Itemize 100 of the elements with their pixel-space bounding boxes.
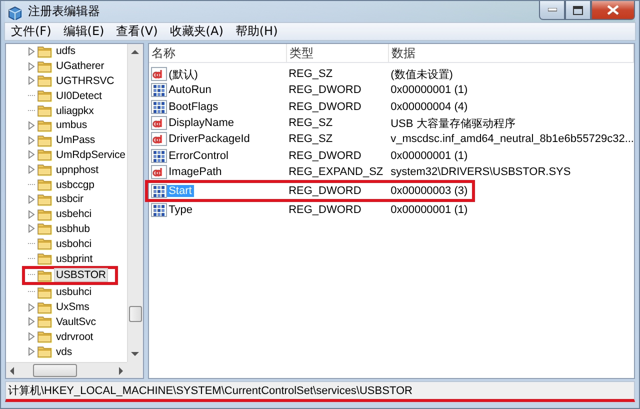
menu-item[interactable]: 编辑(E) xyxy=(57,23,110,40)
value-type: REG_EXPAND_SZ xyxy=(288,166,384,178)
expand-arrow-icon[interactable] xyxy=(28,62,35,71)
expand-arrow-icon[interactable] xyxy=(28,76,35,86)
folder-icon xyxy=(37,89,52,102)
expand-arrow-icon[interactable] xyxy=(28,224,35,234)
folder-icon xyxy=(37,237,52,250)
tree-item[interactable]: udfs xyxy=(54,44,78,58)
tree-item[interactable]: usbccgp xyxy=(54,178,96,192)
column-header[interactable]: 数据 xyxy=(388,44,634,62)
value-data: v_mscdsc.inf_amd64_neutral_8b1e6b55729c32... xyxy=(390,133,634,146)
folder-icon xyxy=(37,44,52,58)
close-button[interactable] xyxy=(591,1,635,20)
tree-item[interactable]: usbehci xyxy=(54,207,94,222)
folder-icon xyxy=(37,74,52,88)
expand-arrow-icon[interactable] xyxy=(28,347,35,356)
value-type: REG_SZ xyxy=(288,133,334,146)
value-data: 0x00000001 (1) xyxy=(390,204,469,216)
value-data: 0x00000003 (3) xyxy=(390,185,469,198)
value-type: REG_DWORD xyxy=(288,185,362,198)
value-name[interactable]: ErrorControl xyxy=(166,150,230,162)
value-type: REG_DWORD xyxy=(288,204,362,216)
folder-icon xyxy=(37,315,52,328)
value-name[interactable]: DisplayName xyxy=(166,117,236,130)
tree-item[interactable]: usbohci xyxy=(54,236,94,251)
expand-arrow-icon[interactable] xyxy=(28,194,35,204)
value-type: REG_SZ xyxy=(288,117,334,130)
scroll-right-icon[interactable] xyxy=(118,366,124,374)
folder-icon xyxy=(37,268,52,282)
tree-item[interactable]: UxSms xyxy=(54,300,92,314)
maximize-icon xyxy=(573,6,583,14)
value-data: 0x00000001 (1) xyxy=(390,84,469,96)
registry-editor-icon xyxy=(7,4,23,20)
tree-item[interactable]: upnphost xyxy=(54,162,100,177)
expand-arrow-icon[interactable] xyxy=(28,120,35,130)
tree-item[interactable]: usbhub xyxy=(54,222,92,236)
column-header[interactable]: 名称 xyxy=(148,44,287,62)
value-name[interactable]: Type xyxy=(166,204,194,216)
folder-icon xyxy=(37,178,52,192)
binary-value-icon xyxy=(150,100,167,114)
window-title: 注册表编辑器 xyxy=(28,3,101,20)
tree-item[interactable]: usbuhci xyxy=(54,285,94,300)
expand-arrow-icon[interactable] xyxy=(28,332,35,342)
value-data: (数值未设置) xyxy=(390,68,454,82)
close-icon xyxy=(607,5,619,15)
binary-value-icon xyxy=(150,203,167,218)
tree-item[interactable]: VaultSvc xyxy=(54,314,98,329)
folder-icon xyxy=(37,163,52,176)
scrollbar-thumb[interactable] xyxy=(128,306,142,322)
folder-icon xyxy=(37,208,52,221)
string-value-icon xyxy=(150,67,167,82)
expand-arrow-icon[interactable] xyxy=(28,136,35,145)
expand-arrow-icon[interactable] xyxy=(28,150,35,160)
scrollbar-thumb[interactable] xyxy=(33,364,77,377)
tree-item[interactable]: UGatherer xyxy=(54,59,106,74)
maximize-button[interactable] xyxy=(565,1,591,20)
expand-arrow-icon[interactable] xyxy=(28,165,35,174)
value-type: REG_SZ xyxy=(288,68,334,80)
expand-arrow-icon[interactable] xyxy=(28,302,35,312)
minimize-button[interactable] xyxy=(539,1,565,20)
value-data: USB 大容量存储驱动程序 xyxy=(390,116,516,131)
string-value-icon xyxy=(150,164,167,179)
column-header[interactable]: 类型 xyxy=(286,44,389,62)
scroll-down-icon[interactable] xyxy=(131,351,140,357)
value-type: REG_DWORD xyxy=(288,100,362,113)
value-type: REG_DWORD xyxy=(288,84,362,96)
expand-arrow-icon[interactable] xyxy=(28,317,35,326)
scroll-left-icon[interactable] xyxy=(9,366,15,374)
menu-item[interactable]: 查看(V) xyxy=(110,23,164,40)
value-data: 0x00000004 (4) xyxy=(390,100,469,113)
folder-icon xyxy=(37,222,52,236)
menu-item[interactable]: 文件(F) xyxy=(5,23,58,40)
tree-item[interactable]: UmRdpService xyxy=(54,148,127,162)
scroll-up-icon[interactable] xyxy=(131,49,140,55)
tree-item[interactable]: umbus xyxy=(54,118,90,132)
tree-item[interactable]: vdrvroot xyxy=(54,330,96,344)
tree-item[interactable]: UmPass xyxy=(54,133,98,148)
tree-item[interactable]: vds xyxy=(54,344,74,359)
expand-arrow-icon[interactable] xyxy=(28,210,35,219)
value-type: REG_DWORD xyxy=(288,150,362,162)
folder-icon xyxy=(37,286,52,299)
tree-item[interactable]: uliagpkx xyxy=(54,104,96,118)
folder-icon xyxy=(37,345,52,358)
folder-icon xyxy=(37,134,52,147)
menu-item[interactable]: 收藏夹(A) xyxy=(164,23,230,40)
folder-icon xyxy=(37,60,52,73)
value-name[interactable]: BootFlags xyxy=(166,100,220,113)
tree-item[interactable]: usbcir xyxy=(54,192,86,206)
value-name[interactable]: ImagePath xyxy=(166,166,224,178)
tree-item[interactable]: UGTHRSVC xyxy=(54,74,116,88)
value-name[interactable]: AutoRun xyxy=(166,84,214,96)
menu-item[interactable]: 帮助(H) xyxy=(229,23,284,40)
value-data: system32\DRIVERS\USBSTOR.SYS xyxy=(390,166,572,178)
folder-icon xyxy=(37,104,52,118)
expand-arrow-icon[interactable] xyxy=(28,46,35,56)
value-name[interactable]: (默认) xyxy=(166,66,200,82)
value-name[interactable]: DriverPackageId xyxy=(166,133,252,146)
tree-item[interactable]: usbprint xyxy=(54,252,95,266)
tree-item[interactable]: USBSTOR xyxy=(54,268,108,282)
tree-item[interactable]: UI0Detect xyxy=(54,88,104,103)
